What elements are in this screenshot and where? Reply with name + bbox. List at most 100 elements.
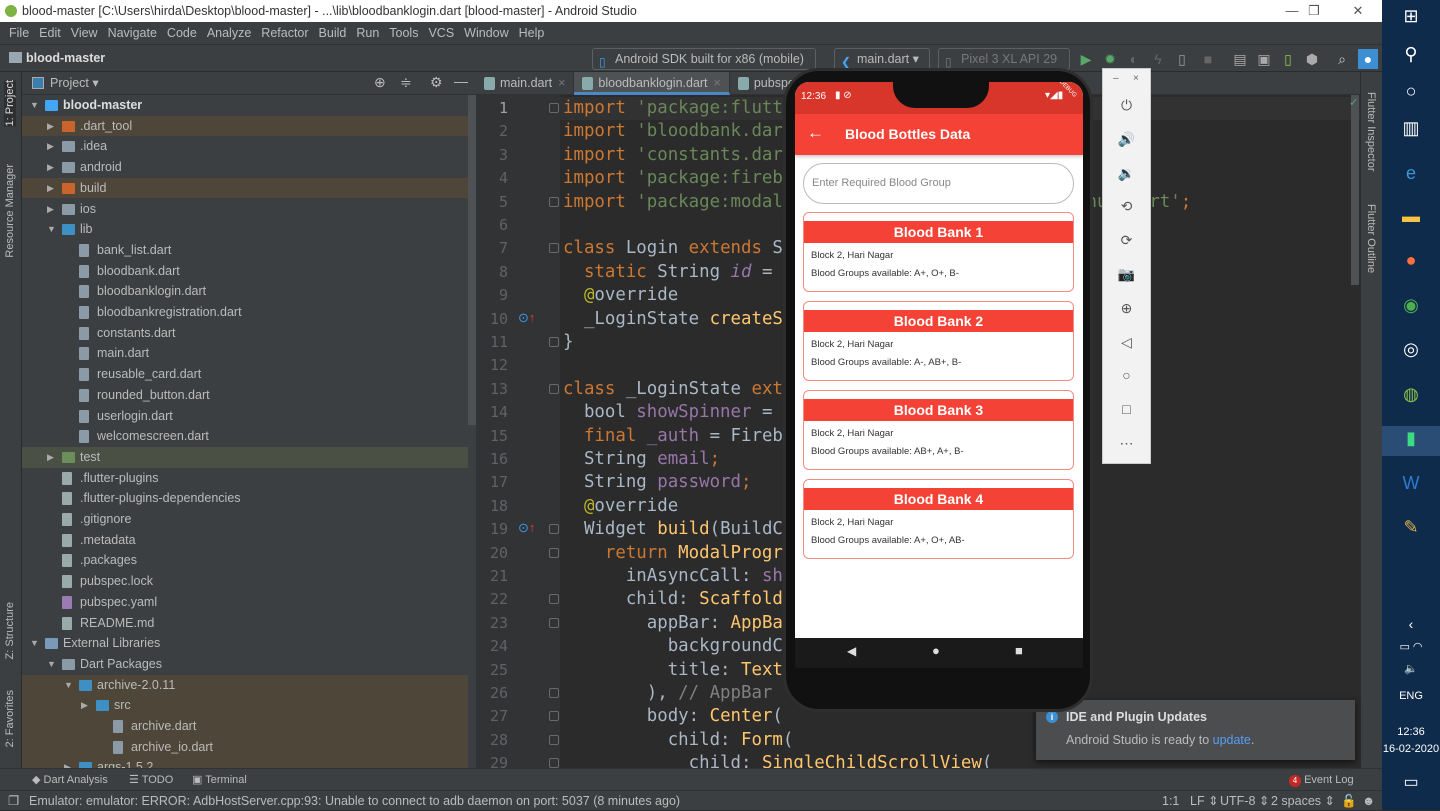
collapsed-arrow-icon[interactable]: ▶ <box>47 157 54 178</box>
sdk-manager-icon[interactable]: ⬢ <box>1302 49 1322 69</box>
blood-group-search-input[interactable]: Enter Required Blood Group <box>803 163 1074 204</box>
tree-item[interactable]: bloodbankregistration.dart <box>22 302 468 323</box>
collapsed-arrow-icon[interactable]: ▶ <box>81 695 88 716</box>
tree-item[interactable]: .flutter-plugins-dependencies <box>22 488 468 509</box>
camera-icon[interactable]: 📷 <box>1103 266 1150 283</box>
tool-window-resource-manager[interactable]: Resource Manager <box>4 164 16 258</box>
tree-item[interactable]: main.dart <box>22 343 468 364</box>
collapsed-arrow-icon[interactable]: ▶ <box>47 136 54 157</box>
emulator-close-icon[interactable]: × <box>1133 73 1139 84</box>
lock-icon[interactable]: 🔓 <box>1341 791 1357 811</box>
tool-window-project[interactable]: 1: Project <box>4 80 16 127</box>
taskbar-file-explorer-icon[interactable]: ▬ <box>1382 206 1440 227</box>
tree-item[interactable]: ▼ Dart Packages <box>22 654 468 675</box>
update-link[interactable]: update <box>1213 733 1251 747</box>
volume-down-icon[interactable]: 🔉 <box>1103 165 1150 182</box>
rotate-right-icon[interactable]: ⟳ <box>1103 232 1150 249</box>
tab-close-icon[interactable]: × <box>714 76 721 90</box>
taskbar-android-studio-icon[interactable]: ◍ <box>1382 384 1440 405</box>
maximize-button[interactable]: ❐ <box>1292 0 1336 22</box>
tree-item[interactable]: ▼ archive-2.0.11 <box>22 674 468 696</box>
tree-item[interactable]: ▼ External Libraries <box>22 633 468 654</box>
expanded-arrow-icon[interactable]: ▼ <box>47 219 56 240</box>
tree-scrollbar[interactable] <box>468 95 476 425</box>
tree-item[interactable]: ▶ src <box>22 695 468 716</box>
taskbar-search-icon[interactable]: ⚲ <box>1382 44 1440 65</box>
tree-item[interactable]: bloodbank.dart <box>22 261 468 282</box>
menu-navigate[interactable]: Navigate <box>103 22 162 44</box>
battery-network-icon[interactable]: ▭ ◠ <box>1382 640 1440 653</box>
avd-selector[interactable]: ▯Pixel 3 XL API 29 ▾ <box>938 48 1070 86</box>
more-icon[interactable]: ⋯ <box>1103 435 1150 452</box>
tree-item[interactable]: welcomescreen.dart <box>22 426 468 447</box>
device-selector[interactable]: ▯Android SDK built for x86 (mobile) ▾ <box>592 48 816 86</box>
menu-window[interactable]: Window <box>459 22 513 44</box>
tree-item[interactable]: ▼ lib <box>22 219 468 240</box>
locate-icon[interactable]: ⊕ <box>374 74 386 91</box>
tool-window-flutter-outline[interactable]: Flutter Outline <box>1365 204 1377 273</box>
tree-item[interactable]: .flutter-plugins <box>22 468 468 489</box>
rotate-left-icon[interactable]: ⟲ <box>1103 198 1150 215</box>
project-structure-icon[interactable]: ▤ <box>1230 49 1250 69</box>
taskbar-task-view-icon[interactable]: ▥ <box>1382 118 1440 139</box>
tree-item[interactable]: reusable_card.dart <box>22 364 468 385</box>
action-center-icon[interactable]: ▭ <box>1382 772 1440 792</box>
blood-bank-card[interactable]: Blood Bank 1 Block 2, Hari Nagar Blood Gro… <box>803 212 1074 292</box>
todo-tab[interactable]: ☰ TODO <box>129 769 173 791</box>
tree-item[interactable]: ▶ .idea <box>22 136 468 157</box>
tree-item[interactable]: .metadata <box>22 530 468 551</box>
menu-edit[interactable]: Edit <box>34 22 66 44</box>
tree-item[interactable]: ▶ .dart_tool <box>22 115 468 137</box>
update-notification[interactable]: i IDE and Plugin Updates Android Studio … <box>1036 700 1355 760</box>
tree-item[interactable]: ▼ blood-master <box>22 95 468 116</box>
editor-scrollbar[interactable] <box>1351 95 1359 285</box>
tree-item[interactable]: rounded_button.dart <box>22 385 468 406</box>
tree-item[interactable]: archive.dart <box>22 716 468 737</box>
tree-item[interactable]: .packages <box>22 550 468 571</box>
tree-item[interactable]: archive_io.dart <box>22 736 468 758</box>
tab-bloodbanklogin-dart[interactable]: bloodbanklogin.dart × <box>574 72 730 95</box>
menu-view[interactable]: View <box>66 22 103 44</box>
tree-item[interactable]: ▶ android <box>22 157 468 178</box>
tree-item[interactable]: userlogin.dart <box>22 406 468 427</box>
project-view-selector[interactable]: Project ▾ <box>50 72 99 95</box>
back-icon[interactable]: ◁ <box>1103 334 1150 351</box>
account-icon[interactable]: ● <box>1358 49 1378 69</box>
overview-icon[interactable]: □ <box>1103 401 1150 417</box>
tool-window-flutter-inspector[interactable]: Flutter Inspector <box>1365 92 1377 171</box>
blood-bank-card[interactable]: Blood Bank 2 Block 2, Hari Nagar Blood Gro… <box>803 301 1074 381</box>
tray-chevron-icon[interactable]: ‹ <box>1382 616 1440 632</box>
run-anything-icon[interactable]: ▣ <box>1254 49 1274 69</box>
expanded-arrow-icon[interactable]: ▼ <box>47 654 56 675</box>
tool-window-favorites[interactable]: 2: Favorites <box>4 690 16 747</box>
clock-date[interactable]: 16-02-2020 <box>1382 743 1440 755</box>
nav-back-icon[interactable]: ◀ <box>847 644 856 658</box>
device-manager-icon[interactable]: ▯ <box>1172 49 1192 69</box>
taskbar-active-app-icon[interactable]: ▮ <box>1382 428 1440 449</box>
hide-icon[interactable]: — <box>454 73 468 89</box>
avd-manager-icon[interactable]: ▯ <box>1278 49 1298 69</box>
taskbar-cortana-icon[interactable]: ○ <box>1382 81 1440 102</box>
menu-tools[interactable]: Tools <box>384 22 423 44</box>
status-toggle-icon[interactable]: ❐ <box>8 791 19 811</box>
gear-icon[interactable]: ⚙ <box>430 74 443 91</box>
taskbar-word-icon[interactable]: W <box>1382 473 1440 494</box>
nav-home-icon[interactable]: ● <box>932 643 940 658</box>
taskbar-chrome-icon[interactable]: ◉ <box>1382 295 1440 316</box>
search-icon[interactable]: ⌕ <box>1332 49 1352 69</box>
home-icon[interactable]: ○ <box>1103 367 1150 383</box>
attach-icon[interactable]: ◐ <box>1124 49 1144 69</box>
file-encoding[interactable]: UTF-8 ⇕ <box>1220 791 1269 811</box>
tab-main-dart[interactable]: main.dart × <box>476 72 575 95</box>
tree-item[interactable]: constants.dart <box>22 323 468 344</box>
collapsed-arrow-icon[interactable]: ▶ <box>47 116 54 137</box>
menu-help[interactable]: Help <box>514 22 550 44</box>
indent-setting[interactable]: 2 spaces ⇕ <box>1271 791 1335 811</box>
emulator-screen[interactable]: 12:36 ▮ ⊘ ▾◢▮ DEBUG ← Blood Bottles Data… <box>795 82 1083 668</box>
expanded-arrow-icon[interactable]: ▼ <box>64 675 73 696</box>
zoom-icon[interactable]: ⊕ <box>1103 300 1150 317</box>
expanded-arrow-icon[interactable]: ▼ <box>30 95 39 116</box>
line-separator[interactable]: LF ⇕ <box>1190 791 1219 811</box>
tree-item[interactable]: bank_list.dart <box>22 240 468 261</box>
tree-item[interactable]: bloodbanklogin.dart <box>22 281 468 302</box>
